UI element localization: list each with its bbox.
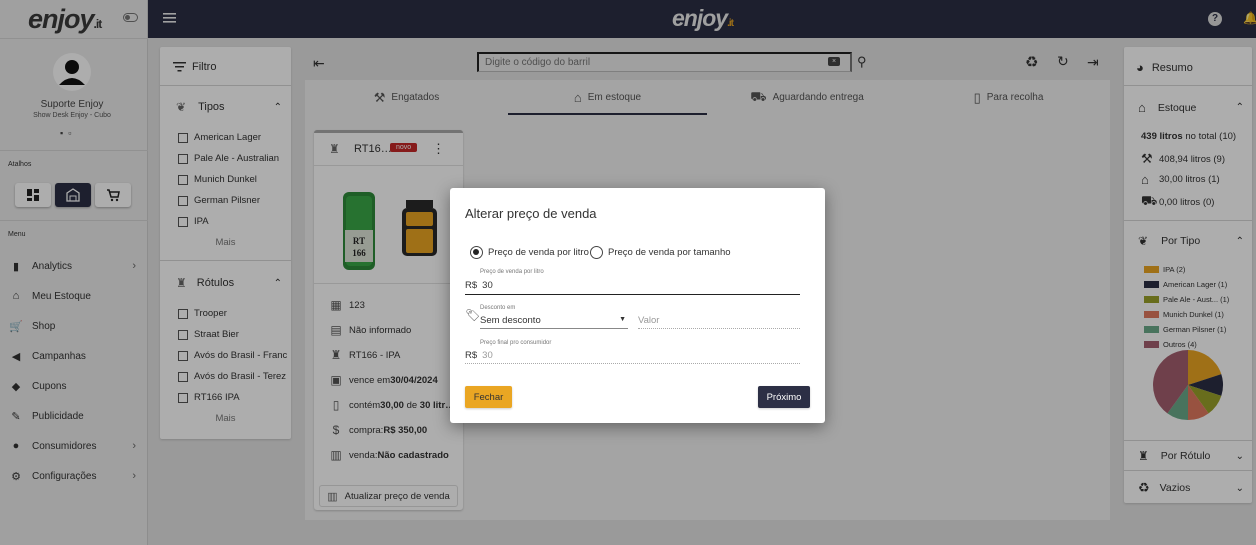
radio-label: Preço de venda por litro (488, 247, 589, 258)
close-button[interactable]: Fechar (465, 386, 512, 408)
final-price-value: 30 (482, 350, 493, 361)
discount-field-label: Desconto em (480, 305, 516, 311)
currency-prefix: R$ (465, 350, 478, 361)
price-field-label: Preço de venda por litro (480, 269, 544, 275)
next-button[interactable]: Próximo (758, 386, 810, 408)
radio-price-per-liter[interactable]: Preço de venda por litro (470, 246, 589, 259)
discount-value-input[interactable]: Valor (638, 315, 800, 329)
discount-value: Sem desconto (480, 315, 541, 326)
change-price-dialog: Alterar preço de venda Preço de venda po… (450, 188, 825, 423)
radio-price-per-size[interactable]: Preço de venda por tamanho (590, 246, 731, 259)
radio-label: Preço de venda por tamanho (608, 247, 731, 258)
radio-selected-icon (470, 246, 483, 259)
dialog-title: Alterar preço de venda (465, 206, 597, 221)
price-per-liter-input[interactable]: R$ 30 (465, 280, 800, 295)
discount-tag-icon: 🏷 (465, 308, 481, 322)
discount-type-select[interactable]: Sem desconto ▼ (480, 315, 628, 329)
radio-unselected-icon (590, 246, 603, 259)
final-price-label: Preço final pro consumidor (480, 340, 552, 346)
final-price-field: R$ 30 (465, 350, 800, 364)
currency-prefix: R$ (465, 280, 478, 291)
price-value: 30 (482, 280, 493, 291)
dropdown-arrow-icon: ▼ (619, 316, 626, 323)
